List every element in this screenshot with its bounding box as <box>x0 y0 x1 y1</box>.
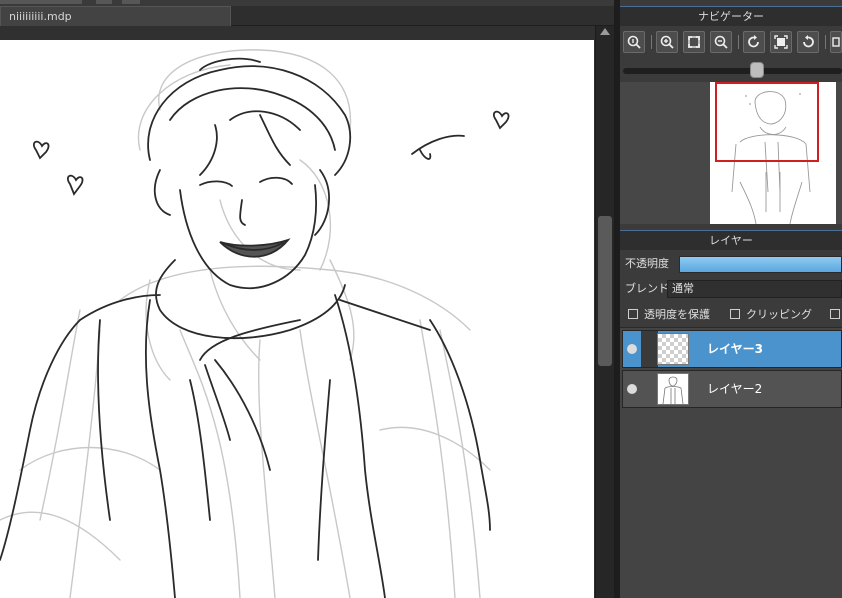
vertical-scrollbar[interactable] <box>595 26 614 598</box>
fullscreen-icon[interactable] <box>770 31 792 53</box>
zoom-in-icon[interactable] <box>656 31 678 53</box>
clipping-checkbox[interactable]: クリッピング <box>730 302 812 326</box>
right-panel: ナビゲーター レイヤー 不透明度 ブレンド 通常 透明度を保護 クリッピング レ… <box>620 0 842 598</box>
layer-name: レイヤー2 <box>707 382 763 396</box>
blend-label: ブレンド <box>625 282 669 295</box>
navigator-title: ナビゲーター <box>620 6 842 26</box>
layer-lock-slot[interactable] <box>641 371 658 407</box>
document-tab-bar: niiiiiiiii.mdp <box>0 6 616 26</box>
rotate-left-icon[interactable] <box>743 31 765 53</box>
opacity-slider[interactable] <box>679 256 842 273</box>
protect-alpha-label: 透明度を保護 <box>644 308 710 321</box>
layer-thumbnail <box>657 333 689 365</box>
fit-screen-icon[interactable] <box>683 31 705 53</box>
layer-lock-slot[interactable] <box>641 331 658 367</box>
protect-alpha-checkbox-box[interactable] <box>628 309 638 319</box>
vertical-scrollbar-thumb[interactable] <box>598 216 612 366</box>
toolbar-stub <box>122 0 140 4</box>
zoom-actual-icon[interactable] <box>623 31 645 53</box>
navigator-preview[interactable] <box>620 82 842 224</box>
opacity-row: 不透明度 <box>620 252 842 276</box>
navigator-toolbar <box>620 28 842 56</box>
paint-app-window: niiiiiiiii.mdp ナビゲーター レイヤー 不透明度 ブレンド 通常 … <box>0 0 842 598</box>
navigator-view-frame[interactable] <box>715 82 819 162</box>
extra-checkbox[interactable] <box>830 302 842 326</box>
toolbar-separator <box>825 35 826 49</box>
zoom-slider[interactable] <box>620 62 842 78</box>
flip-icon[interactable] <box>830 31 842 53</box>
layer-thumbnail <box>657 373 689 405</box>
drawing-canvas[interactable] <box>0 40 594 598</box>
rotate-right-icon[interactable] <box>797 31 819 53</box>
layer-row[interactable]: レイヤー3 <box>622 330 842 368</box>
navigator-thumbnail <box>710 82 836 224</box>
sketch-artwork <box>0 49 510 598</box>
layer-list: レイヤー3 レイヤー2 <box>620 327 842 598</box>
visibility-eye-icon[interactable] <box>627 384 637 394</box>
scroll-up-arrow-icon[interactable] <box>600 28 610 35</box>
layer-panel-title: レイヤー <box>620 230 842 250</box>
opacity-slider-fill <box>680 257 841 272</box>
blend-row: ブレンド 通常 <box>620 277 842 301</box>
zoom-out-icon[interactable] <box>710 31 732 53</box>
zoom-slider-thumb[interactable] <box>750 62 765 78</box>
visibility-eye-icon[interactable] <box>627 344 637 354</box>
blend-mode-select[interactable]: 通常 <box>667 280 842 298</box>
clipping-label: クリッピング <box>746 308 812 321</box>
opacity-label: 不透明度 <box>625 257 669 270</box>
file-tab[interactable]: niiiiiiiii.mdp <box>0 6 231 26</box>
toolbar-separator <box>651 35 652 49</box>
layer-row[interactable]: レイヤー2 <box>622 370 842 408</box>
toolbar-stub <box>96 0 112 4</box>
layer-name: レイヤー3 <box>707 342 763 356</box>
protect-alpha-checkbox[interactable]: 透明度を保護 <box>628 302 710 326</box>
extra-checkbox-box[interactable] <box>830 309 840 319</box>
toolbar-separator <box>738 35 739 49</box>
toolbar-stub <box>0 0 82 4</box>
zoom-slider-track[interactable] <box>623 68 842 74</box>
clipping-checkbox-box[interactable] <box>730 309 740 319</box>
layer-options-row: 透明度を保護 クリッピング <box>620 302 842 326</box>
